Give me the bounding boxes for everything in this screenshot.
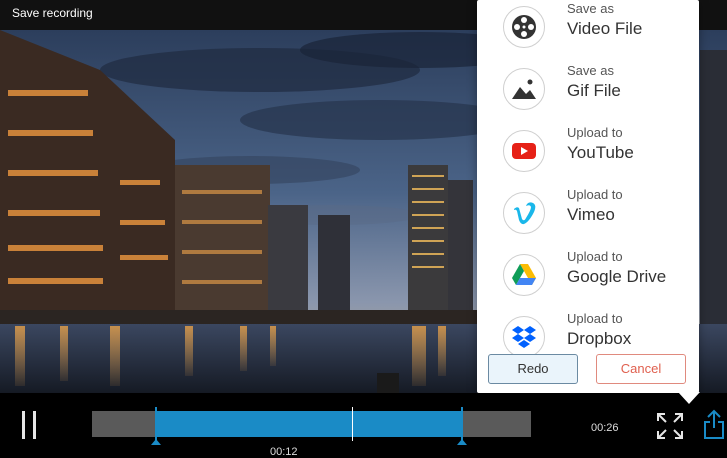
option-title: Dropbox <box>567 329 632 348</box>
option-title: Video File <box>567 19 643 38</box>
fullscreen-button[interactable] <box>656 412 684 440</box>
youtube-icon <box>503 130 545 172</box>
film-reel-icon <box>503 6 545 48</box>
save-recording-window: Save recording 00:12 00:26 Save as Video… <box>0 0 727 458</box>
trim-start-handle[interactable] <box>151 407 161 445</box>
pause-icon-bar <box>33 411 36 439</box>
upload-google-drive-option[interactable]: Upload to Google Drive <box>477 248 699 304</box>
trim-timeline[interactable] <box>92 407 531 445</box>
save-share-menu: Save as Video File Save as Gif File Uplo… <box>477 0 699 393</box>
trim-selection <box>151 407 467 445</box>
upload-vimeo-option[interactable]: Upload to Vimeo <box>477 186 699 242</box>
upload-youtube-option[interactable]: Upload to YouTube <box>477 124 699 180</box>
cancel-button[interactable]: Cancel <box>596 354 686 384</box>
option-title: Vimeo <box>567 205 615 224</box>
end-time: 00:26 <box>591 422 619 434</box>
option-title: Gif File <box>567 81 621 100</box>
menu-pointer-arrow <box>678 392 700 404</box>
dropbox-icon <box>503 316 545 358</box>
option-caption: Upload to <box>567 311 623 326</box>
option-caption: Save as <box>567 63 614 78</box>
trim-end-handle[interactable] <box>457 407 467 445</box>
option-caption: Upload to <box>567 187 623 202</box>
redo-button[interactable]: Redo <box>488 354 578 384</box>
pause-button[interactable] <box>20 411 40 439</box>
option-caption: Save as <box>567 1 614 16</box>
option-title: YouTube <box>567 143 634 162</box>
playhead[interactable] <box>352 407 353 441</box>
option-title: Google Drive <box>567 267 667 286</box>
save-as-video-option[interactable]: Save as Video File <box>477 0 699 56</box>
fullscreen-icon <box>657 413 683 439</box>
current-time: 00:12 <box>270 446 298 458</box>
vimeo-icon <box>503 192 545 234</box>
option-caption: Upload to <box>567 249 623 264</box>
option-caption: Upload to <box>567 125 623 140</box>
share-button[interactable] <box>702 408 726 440</box>
image-landscape-icon <box>503 68 545 110</box>
google-drive-icon <box>503 254 545 296</box>
pause-icon <box>22 411 25 439</box>
save-as-gif-option[interactable]: Save as Gif File <box>477 62 699 118</box>
share-icon <box>704 409 724 439</box>
